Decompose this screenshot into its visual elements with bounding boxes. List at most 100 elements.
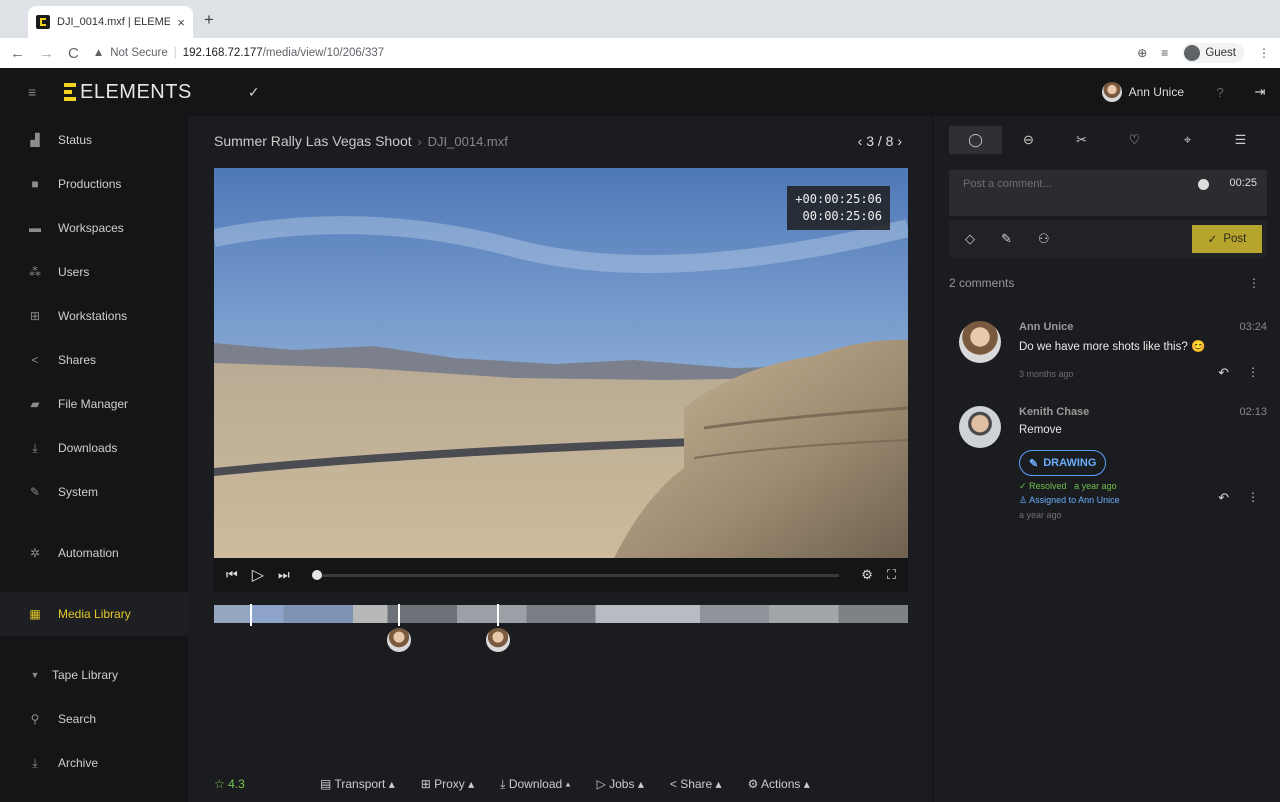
share-menu[interactable]: < Share ▴ xyxy=(670,777,722,791)
tab-drive-icon[interactable]: ⊖ xyxy=(1002,126,1055,154)
scrubber-handle[interactable] xyxy=(311,569,322,580)
user-menu[interactable]: Ann Unice xyxy=(1101,82,1184,102)
browser-tab[interactable]: DJI_0014.mxf | ELEMENTS × xyxy=(28,6,193,38)
breadcrumb-project[interactable]: Summer Rally Las Vegas Shoot xyxy=(214,133,412,149)
app-header: ≡ ELEMENTS ✓ Ann Unice ? ⇥ xyxy=(0,68,1280,116)
warning-icon: ▲ xyxy=(92,47,105,59)
playback-scrubber[interactable] xyxy=(311,569,840,580)
post-label: Post xyxy=(1223,233,1247,245)
sidebar-item-status[interactable]: ▟ Status xyxy=(0,118,188,162)
reading-list-icon[interactable]: ≡ xyxy=(1161,46,1168,60)
reply-icon[interactable]: ↶ xyxy=(1218,490,1229,506)
comment-marker[interactable] xyxy=(497,604,499,626)
emoji-icon[interactable] xyxy=(1198,179,1209,190)
skip-forward-icon[interactable]: ⏭ xyxy=(278,567,290,583)
url-field[interactable]: ▲ Not Secure | 192.168.72.177/media/view… xyxy=(93,41,1123,65)
sidebar-item-productions[interactable]: ■ Productions xyxy=(0,162,188,206)
sidebar-item-users[interactable]: ⁂ Users xyxy=(0,250,188,294)
url-path: /media/view/10/206/337 xyxy=(262,47,385,59)
elements-logo[interactable]: ELEMENTS xyxy=(64,81,192,104)
help-icon[interactable]: ? xyxy=(1200,85,1240,100)
sidebar-item-shares[interactable]: < Shares xyxy=(0,338,188,382)
comment-time[interactable]: 02:13 xyxy=(1239,406,1267,418)
reload-icon[interactable]: C xyxy=(68,45,79,62)
jobs-menu[interactable]: ▷ Jobs ▴ xyxy=(597,777,644,791)
fullscreen-icon[interactable]: ⛶ xyxy=(887,567,896,583)
comment-time[interactable]: 03:24 xyxy=(1239,321,1267,333)
resolved-status: ✓ Resolved a year ago xyxy=(1019,481,1117,491)
comment-input[interactable]: Post a comment... 00:25 xyxy=(949,170,1267,216)
comment-marker-avatar-kenith[interactable] xyxy=(387,628,411,652)
address-bar: ← → C ▲ Not Secure | 192.168.72.177/medi… xyxy=(0,38,1280,68)
sidebar-item-media-library[interactable]: ▦ Media Library xyxy=(0,592,188,636)
comment-more-icon[interactable]: ⋮ xyxy=(1247,490,1259,504)
zoom-icon[interactable]: ⊕ xyxy=(1137,46,1147,60)
network-icon: ⊞ xyxy=(29,309,41,323)
tab-list-icon[interactable]: ☰ xyxy=(1214,126,1267,154)
comment-author: Kenith Chase xyxy=(1019,406,1090,418)
sidebar-item-label: Downloads xyxy=(58,441,118,455)
sidebar-item-automation[interactable]: ✲ Automation xyxy=(0,531,188,575)
chart-icon: ▟ xyxy=(30,133,40,147)
sidebar-item-file-manager[interactable]: ▰ File Manager xyxy=(0,382,188,426)
comment-marker-avatar-ann[interactable] xyxy=(486,628,510,652)
profile-button[interactable]: Guest xyxy=(1182,43,1244,63)
assigned-text: Assigned to Ann Unice xyxy=(1029,495,1120,505)
logout-icon[interactable]: ⇥ xyxy=(1240,84,1280,100)
skip-back-icon[interactable]: ⏮ xyxy=(226,567,238,583)
folder-icon: ▬ xyxy=(29,221,41,235)
reply-icon[interactable]: ↶ xyxy=(1218,365,1229,381)
elements-favicon-icon xyxy=(36,15,50,29)
comments-more-icon[interactable]: ⋮ xyxy=(1248,276,1260,290)
sidebar-item-downloads[interactable]: ⤓ Downloads xyxy=(0,426,188,470)
new-tab-icon[interactable]: + xyxy=(204,10,214,30)
tab-location-icon[interactable]: ⌖ xyxy=(1161,126,1214,154)
previous-item-icon[interactable]: ‹ xyxy=(858,133,863,149)
drawing-button[interactable]: ✎ DRAWING xyxy=(1019,450,1107,476)
tab-comments-icon[interactable]: ◯ xyxy=(949,126,1002,154)
download-menu[interactable]: ⤓ Download ▴ xyxy=(500,777,570,792)
sidebar-item-archive[interactable]: ⤓ Archive xyxy=(0,741,188,785)
actions-menu[interactable]: ⚙ Actions ▴ xyxy=(748,777,810,791)
comment-more-icon[interactable]: ⋮ xyxy=(1247,365,1259,379)
transport-menu[interactable]: ▤ Transport ▴ xyxy=(320,777,395,791)
post-button[interactable]: ✓ Post xyxy=(1192,225,1262,253)
settings-gear-icon[interactable]: ⚙ xyxy=(861,567,873,583)
sidebar-item-label: File Manager xyxy=(58,397,129,411)
comments-panel: ◯ ⊖ ✂ ♡ ⌖ ☰ Post a comment... 00:25 ◇ ✎ … xyxy=(932,116,1280,802)
sidebar-item-label: Tape Library xyxy=(52,668,119,682)
comment-marker[interactable] xyxy=(398,604,400,626)
rating[interactable]: ☆ 4.3 xyxy=(214,777,294,791)
comment-timecode[interactable]: 00:25 xyxy=(1229,177,1257,189)
sidebar-item-tape-library[interactable]: ▼ Tape Library xyxy=(0,653,188,697)
proxy-menu[interactable]: ⊞ Proxy ▴ xyxy=(421,777,474,791)
sidebar-item-search[interactable]: ⚲ Search xyxy=(0,697,188,741)
back-icon[interactable]: ← xyxy=(10,45,25,62)
hamburger-menu-icon[interactable]: ≡ xyxy=(28,84,48,100)
sidebar-item-label: Shares xyxy=(58,353,97,367)
play-icon[interactable]: ▷ xyxy=(252,565,264,585)
close-tab-icon[interactable]: × xyxy=(177,15,185,30)
comment-ago: 3 months ago xyxy=(1019,369,1074,379)
sidebar-item-workstations[interactable]: ⊞ Workstations xyxy=(0,294,188,338)
logo-text: ELEMENTS xyxy=(80,80,192,103)
filmstrip[interactable] xyxy=(214,605,908,623)
checkmark-icon[interactable]: ✓ xyxy=(248,84,260,101)
check-icon: ✓ xyxy=(1207,234,1218,246)
next-item-icon[interactable]: › xyxy=(897,133,902,149)
sidebar-item-system[interactable]: ✎ System xyxy=(0,470,188,514)
sidebar-item-workspaces[interactable]: ▬ Workspaces xyxy=(0,206,188,250)
search-icon: ⚲ xyxy=(30,712,40,726)
tag-icon[interactable]: ◇ xyxy=(965,231,975,247)
add-user-icon[interactable]: ⚇ xyxy=(1038,231,1050,247)
pager-label: 3 / 8 xyxy=(866,133,894,149)
tab-scissors-icon[interactable]: ✂ xyxy=(1055,126,1108,154)
pencil-icon[interactable]: ✎ xyxy=(1001,231,1012,247)
assigned-status[interactable]: ♙ Assigned to Ann Unice xyxy=(1019,495,1120,506)
browser-menu-icon[interactable]: ⋮ xyxy=(1258,46,1270,60)
sidebar: ▟ Status ■ Productions ▬ Workspaces ⁂ Users … xyxy=(0,116,188,802)
wrench-icon: ✎ xyxy=(29,485,41,499)
tab-lightbulb-icon[interactable]: ♡ xyxy=(1108,126,1161,154)
video-player[interactable]: +00:00:25:06 00:00:25:06 xyxy=(214,168,908,558)
forward-icon[interactable]: → xyxy=(39,45,54,62)
